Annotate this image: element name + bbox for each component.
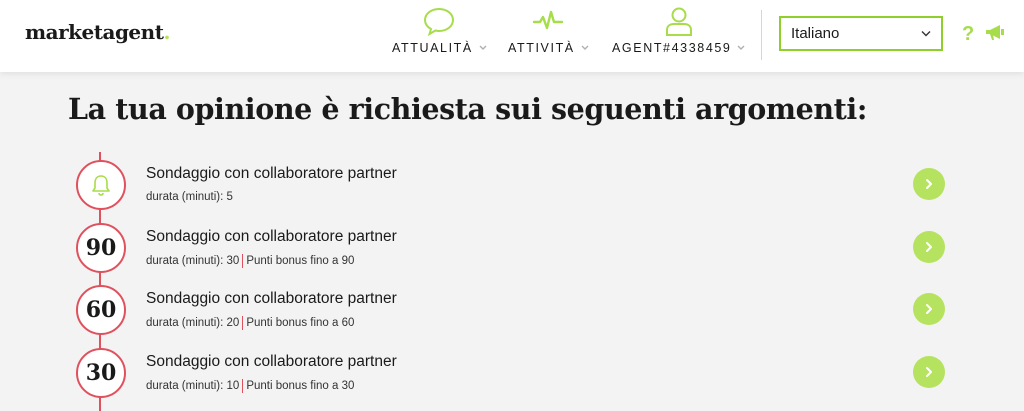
survey-title: Sondaggio con collaboratore partner (146, 165, 397, 182)
open-survey-button[interactable] (913, 231, 945, 263)
survey-item[interactable]: Sondaggio con collaboratore partner dura… (70, 160, 960, 216)
chevron-right-icon (926, 242, 932, 252)
meta-separator (242, 254, 244, 268)
survey-duration: durata (minuti): 30 (146, 255, 240, 267)
survey-title: Sondaggio con collaboratore partner (146, 290, 397, 307)
survey-bonus: Punti bonus fino a 30 (246, 380, 355, 392)
megaphone-icon[interactable] (985, 24, 1005, 42)
survey-meta: durata (minuti): 20 Punti bonus fino a 6… (146, 316, 354, 330)
survey-meta: durata (minuti): 5 (146, 191, 233, 203)
survey-meta: durata (minuti): 10 Punti bonus fino a 3… (146, 379, 354, 393)
survey-duration: durata (minuti): 20 (146, 317, 240, 329)
open-survey-button[interactable] (913, 293, 945, 325)
chevron-right-icon (926, 367, 932, 377)
chevron-down-icon (921, 31, 931, 37)
chevron-down-icon (479, 45, 487, 50)
survey-duration: durata (minuti): 5 (146, 191, 233, 203)
nav-label-agent: AGENT#4338459 (612, 41, 732, 55)
survey-duration: durata (minuti): 10 (146, 380, 240, 392)
chevron-right-icon (926, 179, 932, 189)
page-title: La tua opinione è richiesta sui seguenti… (68, 92, 867, 126)
nav-divider (761, 10, 762, 60)
language-selected-value: Italiano (791, 25, 840, 42)
chevron-down-icon (581, 45, 589, 50)
meta-separator (242, 379, 244, 393)
survey-badge: 30 (76, 348, 126, 398)
nav-item-attivita[interactable]: ATTIVITÀ (508, 6, 589, 66)
language-select[interactable]: Italiano (779, 16, 943, 51)
survey-title: Sondaggio con collaboratore partner (146, 353, 397, 370)
survey-item[interactable]: 90 Sondaggio con collaboratore partner d… (70, 223, 960, 279)
survey-badge: 90 (76, 223, 126, 273)
top-header: marketagent. ATTUALITÀ ATTIVITÀ AGENT#43… (0, 0, 1024, 72)
meta-separator (242, 316, 244, 330)
survey-meta: durata (minuti): 30 Punti bonus fino a 9… (146, 254, 354, 268)
logo-dot: . (163, 20, 170, 44)
speech-bubble-icon (424, 7, 455, 36)
open-survey-button[interactable] (913, 356, 945, 388)
bell-icon (92, 175, 110, 196)
nav-label-attivita: ATTIVITÀ (508, 41, 575, 55)
nav-item-agent[interactable]: AGENT#4338459 (612, 6, 745, 66)
survey-title: Sondaggio con collaboratore partner (146, 228, 397, 245)
survey-item[interactable]: 30 Sondaggio con collaboratore partner d… (70, 348, 960, 404)
nav-item-attualita[interactable]: ATTUALITÀ (392, 6, 487, 66)
logo-text: marketagent (25, 20, 164, 44)
survey-badge (76, 160, 126, 210)
survey-bonus: Punti bonus fino a 90 (246, 255, 355, 267)
chevron-right-icon (926, 304, 932, 314)
help-icon[interactable]: ? (962, 22, 974, 46)
user-icon (665, 7, 692, 36)
nav-label-attualita: ATTUALITÀ (392, 41, 473, 55)
logo[interactable]: marketagent. (25, 20, 170, 44)
survey-badge: 60 (76, 285, 126, 335)
survey-bonus: Punti bonus fino a 60 (246, 317, 355, 329)
open-survey-button[interactable] (913, 168, 945, 200)
activity-pulse-icon (533, 10, 564, 30)
chevron-down-icon (737, 45, 745, 50)
survey-item[interactable]: 60 Sondaggio con collaboratore partner d… (70, 285, 960, 341)
